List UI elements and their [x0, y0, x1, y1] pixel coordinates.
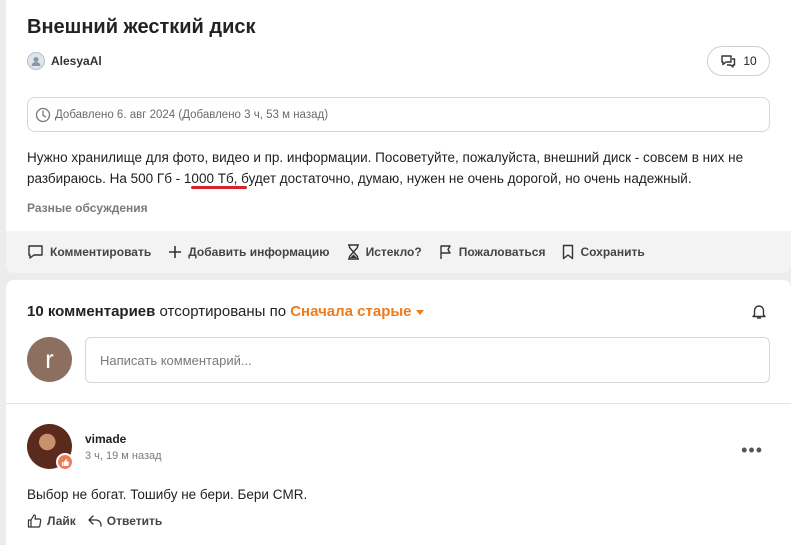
category-link[interactable]: Разные обсуждения — [27, 201, 148, 215]
author[interactable]: AlesyaAl — [27, 52, 102, 70]
commenter-name[interactable]: vimade — [85, 432, 126, 446]
hourglass-icon — [347, 244, 359, 260]
sorted-by-label: отсортированы по — [159, 303, 287, 320]
reply-label: Ответить — [106, 514, 163, 528]
post-card: Внешний жесткий диск AlesyaAl 10 Добавле… — [6, 0, 791, 273]
sort-value: Сначала старые — [290, 303, 412, 320]
like-button[interactable]: Лайк — [27, 514, 76, 528]
comments-icon — [721, 54, 736, 68]
bookmark-icon — [563, 244, 574, 260]
comments-count-button[interactable]: 10 — [707, 46, 770, 76]
post-actions: Комментировать Добавить информацию Истек… — [6, 231, 791, 273]
like-label: Лайк — [47, 514, 76, 528]
my-avatar: r — [27, 337, 72, 382]
thumbs-up-badge-icon — [56, 453, 74, 471]
comment-actions: Лайк Ответить — [27, 514, 162, 528]
post-body: Нужно хранилище для фото, видео и пр. ин… — [27, 147, 777, 189]
expired-button[interactable]: Истекло? — [347, 244, 422, 260]
author-name[interactable]: AlesyaAl — [51, 54, 102, 68]
reply-button[interactable]: Ответить — [88, 514, 162, 528]
thumbs-up-icon — [27, 514, 42, 528]
sort-dropdown[interactable]: Сначала старые — [290, 303, 424, 320]
bell-icon — [752, 305, 766, 319]
post-body-line: Нужно хранилище для фото, видео и пр. ин… — [27, 150, 744, 165]
comment-time: 3 ч, 19 м назад — [85, 450, 162, 462]
plus-icon — [169, 246, 182, 258]
subscribe-button[interactable] — [751, 303, 767, 325]
user-icon — [31, 57, 41, 66]
report-label: Пожаловаться — [458, 245, 546, 259]
add-info-button[interactable]: Добавить информацию — [168, 245, 330, 259]
comment-text: Выбор не богат. Тошибу не бери. Бери CMR… — [27, 487, 308, 502]
added-text: Добавлено 6. авг 2024 (Добавлено 3 ч, 53… — [55, 108, 329, 121]
post-body-line: разбираюсь. На 500 Гб - 1000 Тб, будет д… — [27, 171, 692, 186]
comments-header: 10 комментариев отсортированы по Сначала… — [27, 303, 424, 320]
added-info: Добавлено 6. авг 2024 (Добавлено 3 ч, 53… — [27, 97, 770, 132]
flag-icon — [440, 245, 451, 259]
comment-input[interactable] — [85, 337, 770, 383]
more-options-icon[interactable]: ••• — [741, 440, 763, 461]
comment-icon — [28, 245, 43, 259]
save-label: Сохранить — [580, 245, 645, 259]
comments-count-label: 10 комментариев — [27, 303, 156, 320]
reply-icon — [88, 515, 102, 527]
caret-down-icon — [415, 310, 424, 315]
add-info-label: Добавить информацию — [188, 245, 330, 259]
avatar — [27, 52, 45, 70]
save-button[interactable]: Сохранить — [562, 244, 645, 260]
clock-icon — [35, 107, 51, 122]
comment-button[interactable]: Комментировать — [27, 244, 151, 260]
comments-card: 10 комментариев отсортированы по Сначала… — [6, 280, 791, 545]
report-button[interactable]: Пожаловаться — [439, 244, 546, 260]
comments-count: 10 — [743, 54, 757, 68]
divider — [6, 403, 791, 404]
comment-button-label: Комментировать — [50, 245, 152, 259]
annotation-underline — [191, 186, 247, 189]
page-title: Внешний жесткий диск — [27, 16, 256, 38]
expired-label: Истекло? — [365, 245, 422, 259]
